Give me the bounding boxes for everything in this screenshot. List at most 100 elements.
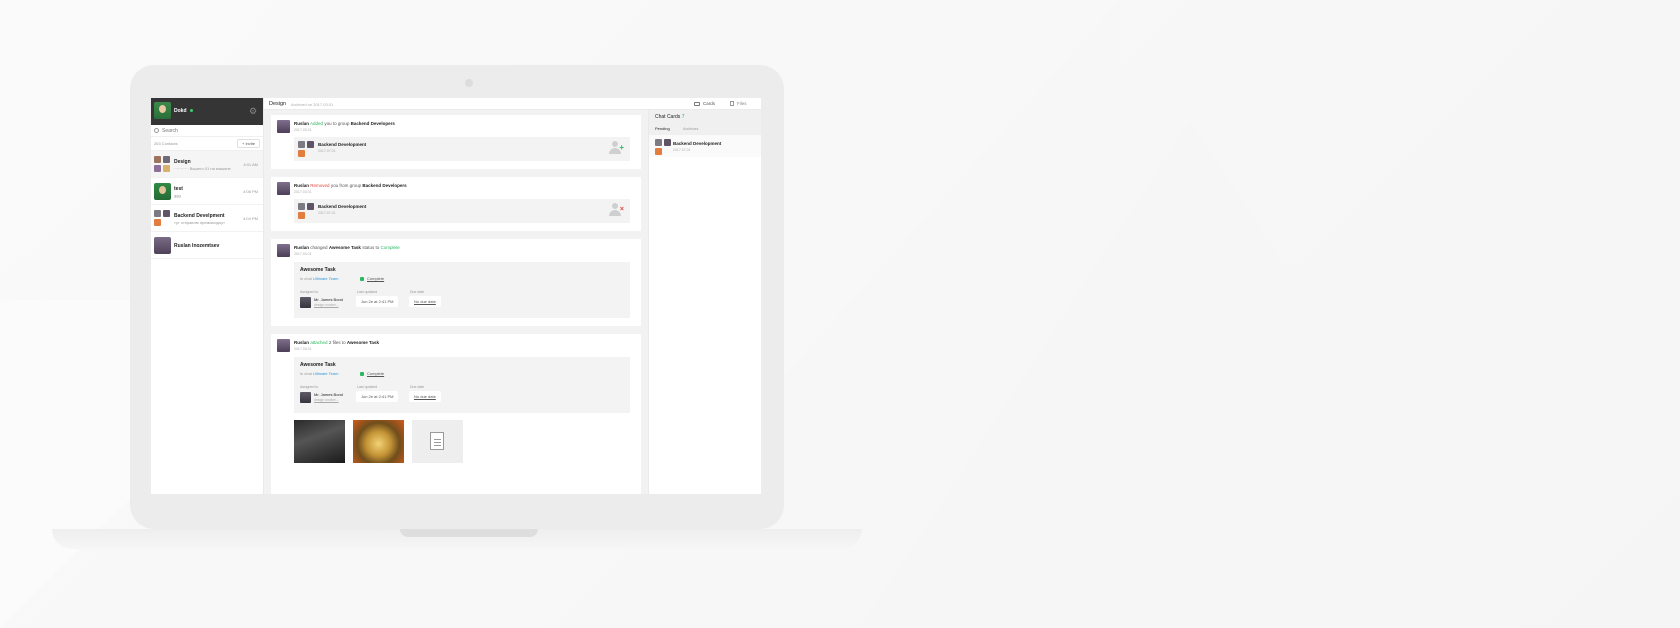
avatar [300,297,311,308]
avatar [300,392,311,403]
document-icon [430,432,444,450]
status-badge[interactable]: Complete [360,371,384,376]
sidebar-header: Dokd ⚙ [151,98,263,125]
avatar [277,339,290,352]
due-label: Due date [410,290,425,294]
chat-link[interactable]: Ultimate Team [313,371,339,376]
list-item-preview: тут отправлю премиюодоут [174,220,225,225]
sidebar-item-design[interactable]: Design ··········· Вашего 01 на машине 4… [151,151,263,178]
avatar [154,237,171,254]
contacts-sidebar: Dokd ⚙ Search 263 Contacts + Invite Desi… [151,98,264,494]
chat-cards-header: Chat Cards 7 Pending Archives [649,110,761,135]
event-card: Ruslan Added you to group Backend Develo… [271,115,641,169]
assigned-label: Assigned to [300,290,319,294]
image-thumbnail[interactable] [294,420,345,463]
assignee-role: design worker... [314,398,339,402]
add-user-icon: + [241,141,245,146]
event-card: Ruslan changed Awesome Task status to Co… [271,239,641,326]
updated-label: Last updated [357,385,378,389]
avatar [154,183,171,200]
sidebar-item-backend[interactable]: Backend Develpment тут отправлю премиюод… [151,205,263,232]
file-thumbnail[interactable] [412,420,463,463]
due-date-button[interactable]: No due date [409,391,441,402]
file-icon [730,101,734,106]
group-title: Backend Development [318,204,367,209]
top-toolbar: Cards Files [648,98,761,110]
event-text: Ruslan attached 2 files to Awesome Task [294,340,379,345]
last-updated-value: Jun 2e at 2:41 PM [356,296,399,307]
event-card: Ruslan attached 2 files to Awesome Task … [271,334,641,494]
page-title: Design [269,101,287,107]
event-text: Ruslan Added you to group Backend Develo… [294,121,395,126]
event-date: 2017.03.01 [294,252,312,256]
list-item-title: Ruslan Inozemtsev [174,243,220,249]
group-avatar [154,156,171,173]
list-item-title: Backend Develpment [174,213,225,219]
laptop-camera [465,79,473,87]
group-date: 2017.07.01 [318,149,336,153]
avatar [277,120,290,133]
list-item-preview: ··········· Вашего 01 на машине [174,166,231,171]
group-avatar [298,141,315,158]
contacts-row: 263 Contacts + Invite [151,137,263,151]
group-card[interactable]: Backend Development 2017.07.01 × [294,199,630,223]
search-bar[interactable]: Search [151,125,263,137]
archived-note: Archived on 2017.03.01 [291,102,334,107]
group-title: Backend Development [318,142,367,147]
card-date: 2017.07.01 [673,148,691,152]
cards-button[interactable]: Cards [694,101,715,106]
panel-title: Chat Cards 7 [655,114,685,120]
online-status-dot [190,109,193,112]
group-avatar [298,203,315,220]
gear-icon[interactable]: ⚙ [249,107,258,116]
task-title: Awesome Task [300,362,336,368]
search-input[interactable]: Search [162,128,178,134]
background-shape [860,120,1520,628]
task-card[interactable]: Awesome Task in chat Ultimate Team Compl… [294,357,630,413]
chat-card-item[interactable]: Backend Development 2017.07.01 [649,135,761,157]
due-date-button[interactable]: No due date [409,296,441,307]
list-item-time: 4:01 AM [243,162,258,167]
task-title: Awesome Task [300,267,336,273]
status-badge[interactable]: Complete [360,276,384,281]
list-item-time: 4:08 PM [243,189,258,194]
group-card[interactable]: Backend Development 2017.07.01 + [294,137,630,161]
sidebar-item-ruslan[interactable]: Ruslan Inozemtsev [151,232,263,259]
assignee-name: Mr. James Bond [314,297,343,302]
group-avatar [154,210,171,227]
avatar [277,182,290,195]
list-item-title: Design [174,159,191,165]
tab-archives[interactable]: Archives [683,126,698,131]
image-thumbnail[interactable] [353,420,404,463]
sidebar-item-test[interactable]: test ggg 4:08 PM [151,178,263,205]
event-text: Ruslan Removed you from group Backend De… [294,183,407,188]
list-item-title: test [174,186,183,192]
list-item-time: 4:04 PM [243,216,258,221]
invite-button[interactable]: + Invite [236,139,260,148]
assigned-label: Assigned to [300,385,319,389]
files-button[interactable]: Files [730,101,747,106]
chat-feed: Design Archived on 2017.03.01 Ruslan Add… [264,98,648,494]
contacts-count: 263 Contacts [154,141,178,146]
search-icon [154,128,159,133]
event-date: 2017.03.01 [294,347,312,351]
card-title: Backend Development [673,141,722,146]
chat-header: Design Archived on 2017.03.01 [264,98,648,110]
event-date: 2017.03.01 [294,190,312,194]
remove-user-icon: × [609,203,624,216]
user-avatar[interactable] [154,102,171,119]
task-chat: in chat Ultimate Team [300,371,339,376]
add-user-icon: + [609,141,624,154]
chat-cards-panel: Chat Cards 7 Pending Archives Backend De… [648,98,761,494]
tab-pending[interactable]: Pending [655,126,670,131]
assignee-name: Mr. James Bond [314,392,343,397]
user-name: Dokd [174,108,187,114]
group-date: 2017.07.01 [318,211,336,215]
chat-link[interactable]: Ultimate Team [313,276,339,281]
due-label: Due date [410,385,425,389]
group-avatar [655,139,672,156]
task-card[interactable]: Awesome Task in chat Ultimate Team Compl… [294,262,630,318]
app-screen: Dokd ⚙ Search 263 Contacts + Invite Desi… [151,98,761,494]
laptop-notch [400,529,538,537]
last-updated-value: Jun 2e at 2:41 PM [356,391,399,402]
